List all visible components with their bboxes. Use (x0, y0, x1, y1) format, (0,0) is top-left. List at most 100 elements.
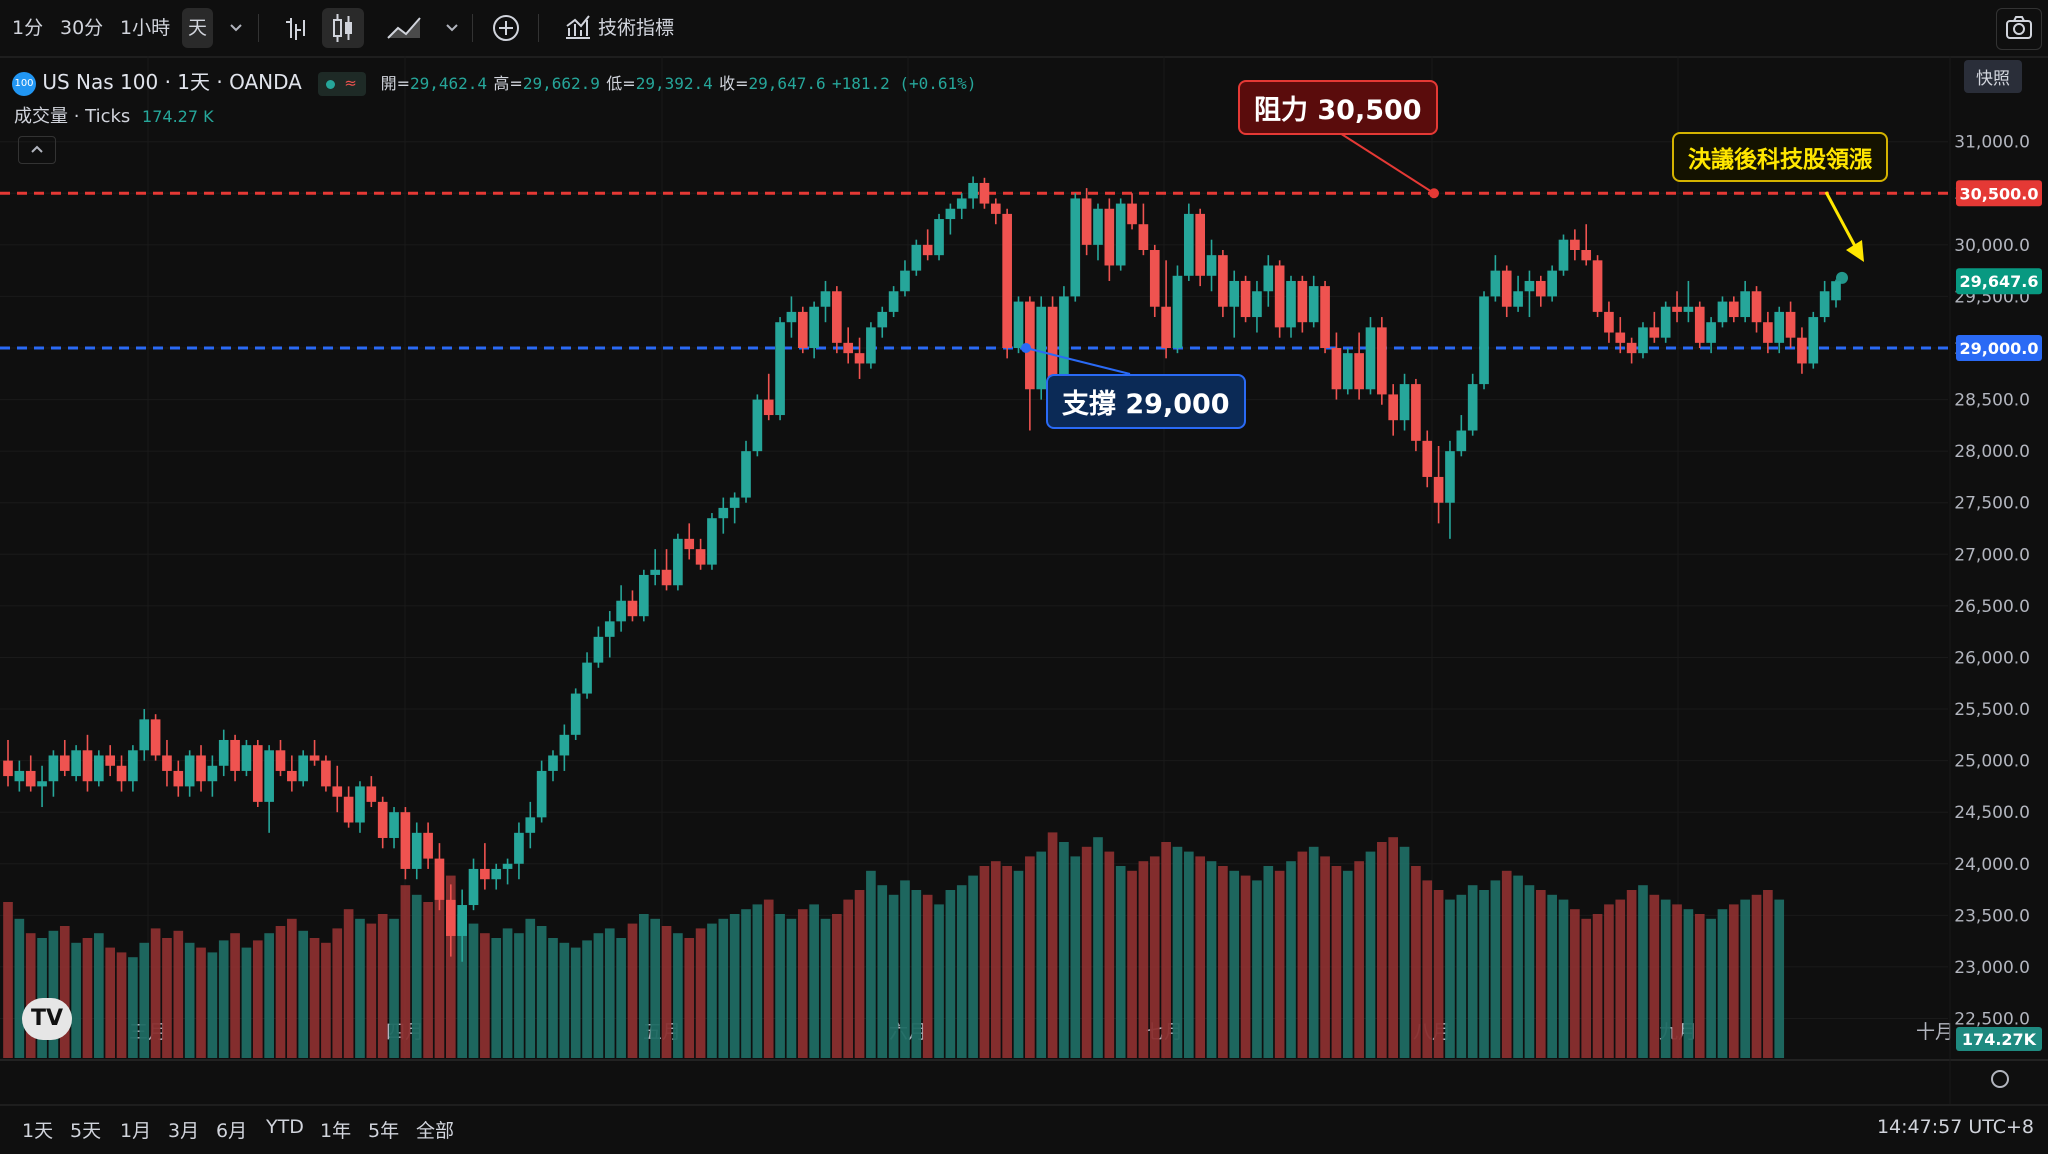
symbol-badge-icon[interactable]: 100 (12, 71, 36, 96)
y-tick-label: 26,000.0 (1954, 648, 2030, 668)
range-5y-button[interactable]: 5年 (368, 1116, 399, 1143)
indicators-button[interactable]: 技術指標 (556, 8, 680, 48)
collapse-legend-button[interactable] (18, 136, 56, 164)
volume-bar (1604, 904, 1614, 1058)
volume-bar (423, 902, 433, 1058)
candle-body (843, 342, 854, 354)
candle-body (1081, 198, 1092, 245)
range-all-button[interactable]: 全部 (416, 1116, 454, 1143)
symbol-title[interactable]: US Nas 100 · 1天 · OANDA (42, 70, 302, 94)
clock: 14:47:57 UTC+8 (1876, 1116, 2034, 1138)
camera-icon[interactable] (1996, 8, 2042, 50)
volume-bar (775, 914, 785, 1058)
chevron-down-icon[interactable] (438, 8, 466, 48)
volume-bar (536, 926, 547, 1058)
range-1y-button[interactable]: 1年 (320, 1116, 351, 1143)
volume-bar (1592, 914, 1603, 1058)
candle-body (105, 755, 116, 766)
settings-icon[interactable] (1991, 1070, 2009, 1088)
tradingview-logo[interactable]: TV (22, 998, 72, 1040)
indicators-label: 技術指標 (598, 17, 675, 39)
volume-bar (1615, 899, 1626, 1058)
volume-bar (1297, 851, 1308, 1058)
candle-body (434, 858, 445, 900)
y-tick-label: 22,500.0 (1954, 1009, 2030, 1029)
range-6m-button[interactable]: 6月 (216, 1116, 247, 1143)
volume-bar (502, 928, 513, 1058)
volume-bar (956, 885, 967, 1058)
candle-body (877, 311, 888, 328)
volume-bar (389, 918, 399, 1058)
volume-bar (514, 933, 524, 1058)
volume-bar (218, 940, 229, 1058)
volume-bar (116, 952, 127, 1058)
volume-bar (1706, 918, 1716, 1058)
volume-bar (797, 909, 808, 1058)
candle-body (218, 739, 229, 766)
candle-body (1819, 291, 1830, 318)
volume-bar (1649, 894, 1660, 1058)
candle-body (888, 291, 899, 312)
volume-bar (1717, 909, 1728, 1058)
range-ytd-button[interactable]: YTD (266, 1116, 304, 1138)
range-5d-button[interactable]: 5天 (70, 1116, 101, 1143)
candle-body (786, 311, 797, 323)
volume-bar (1683, 909, 1694, 1058)
volume-bar (1218, 866, 1228, 1058)
area-chart-icon[interactable] (380, 8, 430, 48)
range-3m-button[interactable]: 3月 (168, 1116, 199, 1143)
candle-body (1331, 348, 1342, 390)
candle-body (14, 770, 25, 782)
volume-bar (786, 918, 797, 1058)
volume-bar (1672, 904, 1682, 1058)
candle-body (1785, 311, 1796, 338)
range-1m-button[interactable]: 1月 (120, 1116, 151, 1143)
volume-value: 174.27 K (142, 107, 214, 126)
candle-body (1479, 296, 1489, 385)
volume-bar (1274, 870, 1285, 1058)
last-price-marker (1836, 271, 1848, 284)
interval-1d-button[interactable]: 天 (182, 8, 214, 48)
volume-bar (979, 866, 990, 1058)
market-status-icon[interactable]: ≈ (318, 71, 367, 96)
interval-1h-button[interactable]: 1小時 (114, 8, 176, 48)
volume-bar (298, 930, 309, 1058)
volume-label[interactable]: 成交量 · Ticks (14, 106, 130, 127)
resistance-dot (1429, 188, 1439, 199)
candle-body (1570, 239, 1580, 251)
y-tick-label: 27,000.0 (1954, 545, 2030, 565)
divider (472, 14, 473, 42)
volume-bar (82, 938, 93, 1058)
candle-body (1263, 265, 1274, 292)
candle-body (809, 306, 819, 348)
candle-body (593, 636, 604, 663)
volume-bar (1195, 856, 1205, 1058)
interval-30m-button[interactable]: 30分 (54, 8, 109, 48)
price-chart[interactable]: 三月四月五月六月七月八月九月十月22,500.023,000.023,500.0… (0, 56, 2048, 1104)
volume-bar (570, 947, 581, 1058)
candlestick-icon[interactable] (322, 8, 364, 48)
add-compare-icon[interactable] (484, 8, 528, 48)
low-value: 29,392.4 (635, 74, 713, 93)
y-tick-label: 23,000.0 (1954, 958, 2030, 978)
interval-1m-button[interactable]: 1分 (6, 8, 49, 48)
volume-bar (14, 918, 25, 1058)
volume-bar (1570, 909, 1580, 1058)
volume-bar (1127, 870, 1137, 1058)
volume-bar (355, 918, 365, 1058)
candle-body (48, 755, 59, 782)
candle-body (525, 817, 536, 833)
chevron-down-icon[interactable] (222, 8, 250, 48)
volume-bar (1252, 880, 1262, 1058)
change-value: +181.2 (+0.61%) (831, 74, 977, 93)
volume-bar (1479, 890, 1489, 1058)
candle-body (1728, 301, 1739, 318)
volume-bar (1501, 870, 1512, 1058)
candle-body (1183, 213, 1194, 276)
candle-body (37, 781, 47, 787)
range-1d-button[interactable]: 1天 (22, 1116, 53, 1143)
candle-body (1433, 476, 1444, 503)
volume-bar (990, 861, 1001, 1058)
bar-chart-icon[interactable] (276, 8, 316, 48)
volume-bar (332, 928, 343, 1058)
